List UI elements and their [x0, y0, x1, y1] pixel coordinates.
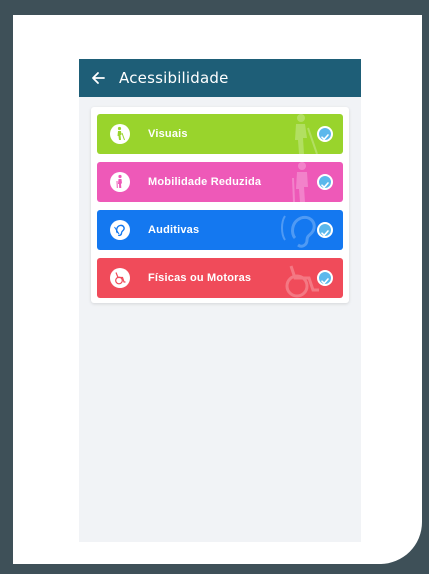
check-icon[interactable] [317, 126, 333, 142]
option-label: Físicas ou Motoras [148, 272, 252, 284]
page-title: Acessibilidade [119, 69, 229, 87]
wheelchair-icon [110, 268, 130, 288]
option-fisicas-ou-motoras[interactable]: Físicas ou Motoras [97, 258, 343, 298]
app-bar: Acessibilidade [79, 59, 361, 97]
back-arrow-icon [92, 72, 105, 84]
check-icon[interactable] [317, 222, 333, 238]
option-visuais[interactable]: Visuais [97, 114, 343, 154]
option-label: Visuais [148, 128, 188, 140]
option-auditivas[interactable]: Auditivas [97, 210, 343, 250]
person-with-crutch-icon [110, 172, 130, 192]
check-icon[interactable] [317, 270, 333, 286]
option-label: Auditivas [148, 224, 200, 236]
ear-icon [110, 220, 130, 240]
option-mobilidade-reduzida[interactable]: Mobilidade Reduzida [97, 162, 343, 202]
person-with-cane-icon [110, 124, 130, 144]
option-label: Mobilidade Reduzida [148, 176, 262, 188]
check-icon[interactable] [317, 174, 333, 190]
back-button[interactable] [81, 59, 115, 97]
accessibility-options-card: Visuais Mobilidade Reduzida Auditivas Fí… [91, 107, 349, 303]
phone-screen: Acessibilidade Visuais Mobilidade Reduzi… [79, 59, 361, 542]
